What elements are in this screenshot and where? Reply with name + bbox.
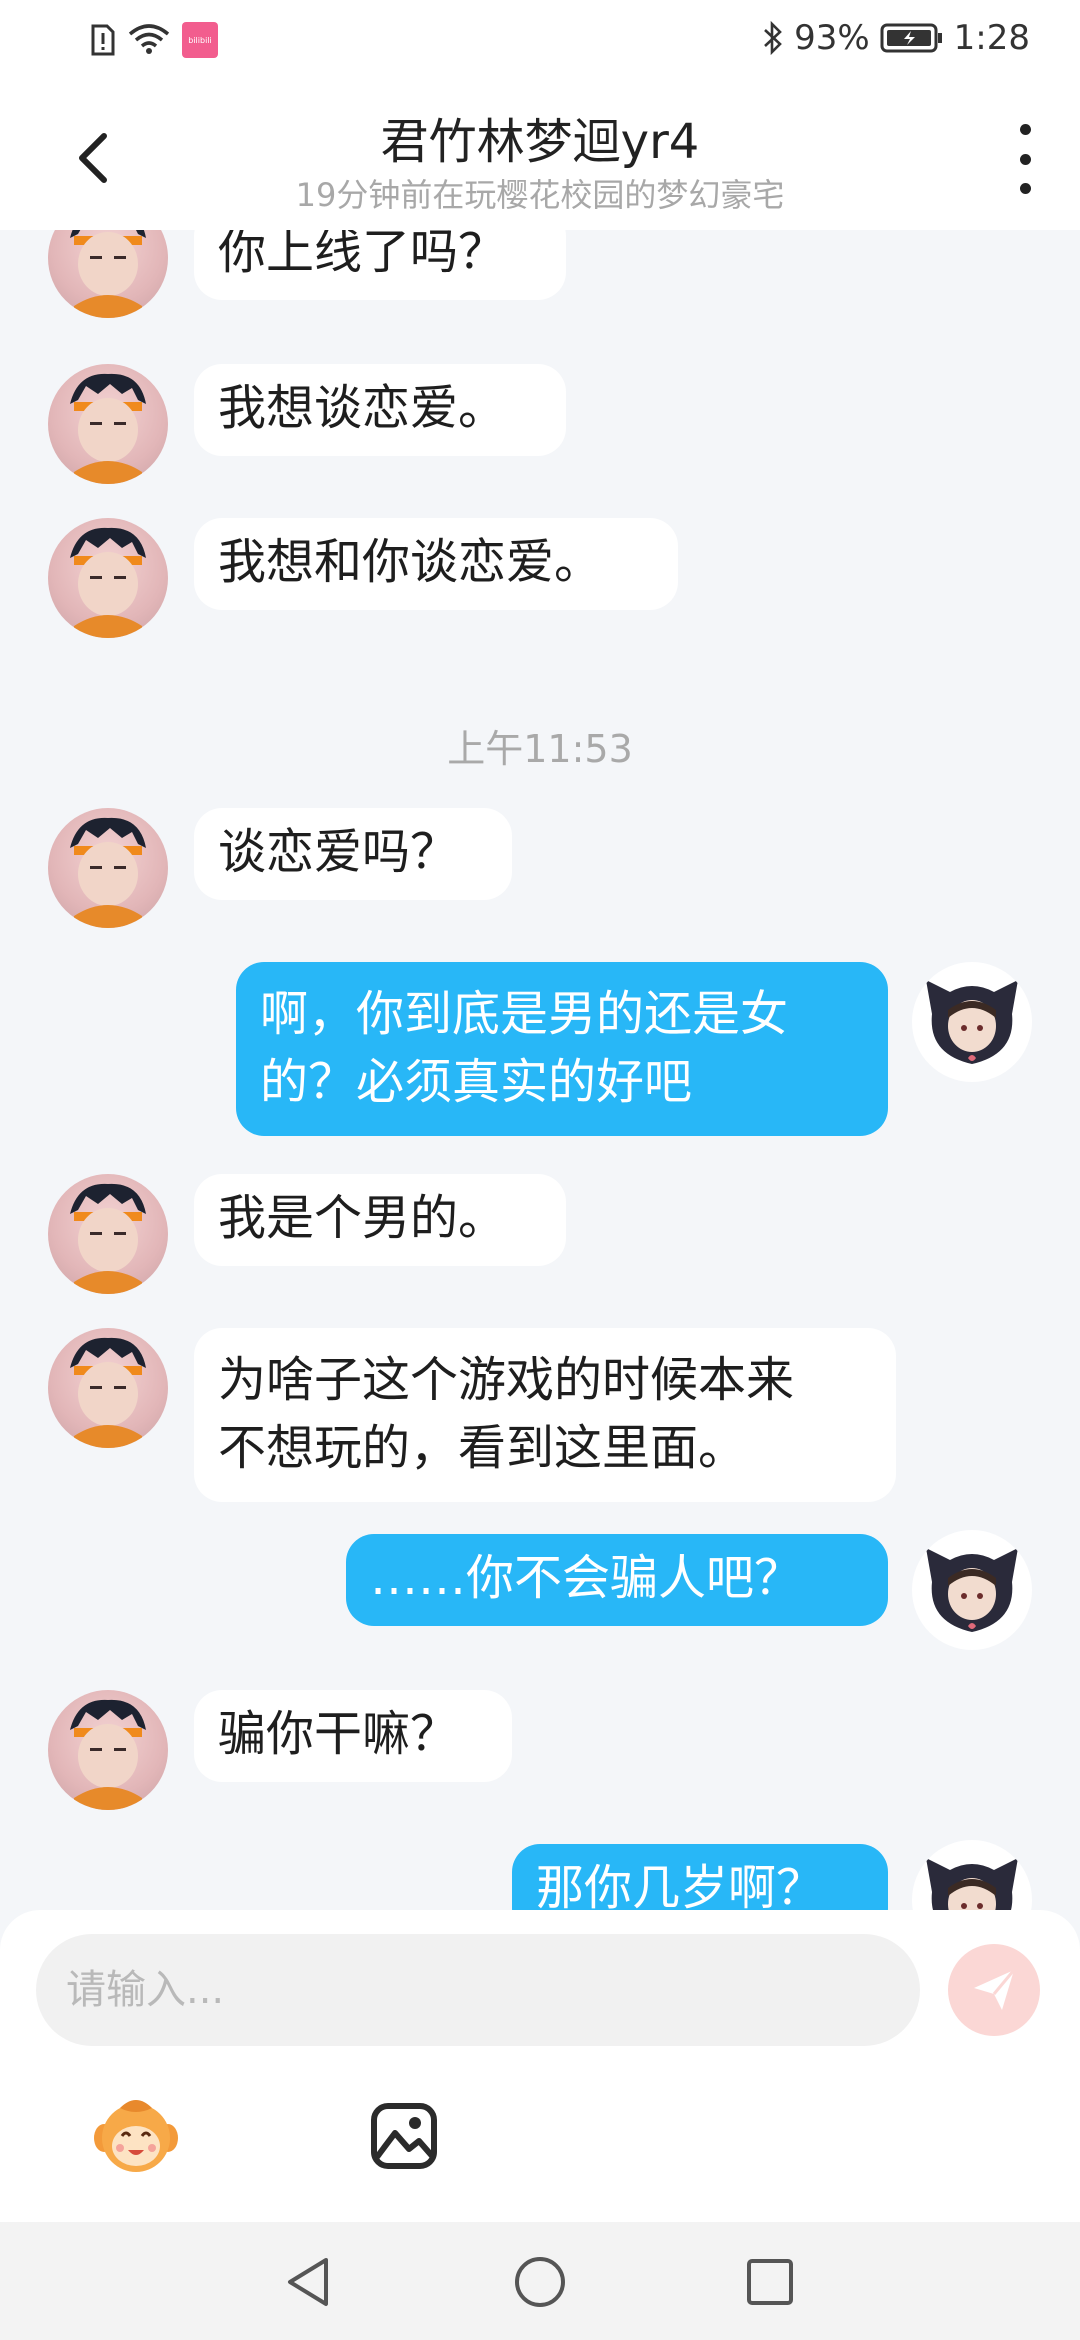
mascot-face-icon — [94, 2100, 178, 2172]
boy-avatar-icon — [70, 230, 146, 318]
nav-back-button[interactable] — [278, 2252, 338, 2312]
message-text: 骗你干嘛？ — [218, 1706, 459, 1762]
hooded-avatar-icon — [926, 980, 1018, 1064]
status-right: 93% 1:28 — [762, 18, 1030, 58]
message-list[interactable]: 你上线了吗？ 我想谈恋爱。 我想和你谈恋爱。 上午11:53 谈恋爱吗？ 啊，你… — [0, 230, 1080, 1910]
time-divider: 上午11:53 — [447, 727, 633, 771]
message-text: 我想谈恋爱。 — [218, 380, 507, 436]
more-vertical-icon — [1019, 183, 1031, 194]
incoming-message[interactable]: 我想谈恋爱。 — [194, 364, 566, 456]
boy-avatar-icon — [70, 1183, 146, 1294]
status-left: bilibili — [90, 22, 218, 58]
chat-header: 君竹林梦迴yr4 19分钟前在玩樱花校园的梦幻豪宅 — [0, 84, 1080, 230]
message-text: 为啥子这个游戏的时候本来 — [218, 1352, 795, 1408]
message-text: 那你几岁啊？ — [536, 1860, 825, 1910]
boy-avatar-icon — [70, 373, 146, 484]
message-composer — [0, 1910, 1080, 2222]
battery-charging-icon — [880, 23, 942, 53]
emoji-button[interactable] — [90, 2090, 182, 2182]
my-avatar[interactable] — [912, 962, 1032, 1082]
circle-home-icon — [515, 2257, 565, 2307]
clock: 1:28 — [953, 18, 1030, 58]
contact-name: 君竹林梦迴yr4 — [380, 114, 700, 170]
contact-avatar[interactable] — [48, 1690, 168, 1810]
message-text: 我想和你谈恋爱。 — [218, 534, 603, 590]
boy-avatar-icon — [70, 1337, 146, 1448]
outgoing-message[interactable]: 那你几岁啊？ — [512, 1844, 888, 1910]
hooded-avatar-icon — [926, 1548, 1018, 1632]
nav-home-button[interactable] — [510, 2252, 570, 2312]
message-text: ……你不会骗人吧？ — [370, 1550, 803, 1606]
message-text: 的？必须真实的好吧 — [260, 1054, 693, 1110]
incoming-message[interactable]: 我是个男的。 — [194, 1174, 566, 1266]
square-recents-icon — [747, 2259, 793, 2305]
message-text: 不想玩的，看到这里面。 — [218, 1420, 747, 1476]
more-options-button[interactable] — [1000, 124, 1050, 194]
battery-percent: 93% — [794, 18, 870, 58]
bluetooth-icon — [764, 20, 782, 56]
bilibili-badge-text: bilibili — [188, 35, 212, 45]
more-vertical-icon — [1019, 124, 1031, 135]
message-text: 啊，你到底是男的还是女 — [260, 986, 789, 1042]
contact-avatar[interactable] — [48, 1328, 168, 1448]
outgoing-message[interactable]: 啊，你到底是男的还是女 的？必须真实的好吧 — [236, 962, 888, 1136]
contact-avatar[interactable] — [48, 230, 168, 318]
incoming-message[interactable]: 骗你干嘛？ — [194, 1690, 512, 1782]
incoming-message[interactable]: 我想和你谈恋爱。 — [194, 518, 678, 610]
my-avatar[interactable] — [912, 1530, 1032, 1650]
contact-avatar[interactable] — [48, 364, 168, 484]
alert-sim-icon — [91, 24, 115, 56]
incoming-message[interactable]: 你上线了吗？ — [194, 230, 566, 300]
image-icon — [371, 2103, 437, 2169]
send-button[interactable] — [948, 1944, 1040, 2036]
incoming-message[interactable]: 为啥子这个游戏的时候本来 不想玩的，看到这里面。 — [194, 1328, 896, 1502]
image-button[interactable] — [358, 2090, 450, 2182]
bilibili-notification-icon: bilibili — [182, 22, 218, 58]
system-nav-bar — [0, 2222, 1080, 2340]
contact-avatar[interactable] — [48, 518, 168, 638]
boy-avatar-icon — [70, 817, 146, 928]
more-vertical-icon — [1019, 153, 1031, 165]
contact-avatar[interactable] — [48, 808, 168, 928]
message-text: 你上线了吗？ — [218, 230, 507, 280]
nav-recents-button[interactable] — [740, 2252, 800, 2312]
triangle-back-icon — [288, 2258, 328, 2306]
hooded-avatar-icon — [926, 1858, 1018, 1910]
boy-avatar-icon — [70, 527, 146, 638]
message-text: 我是个男的。 — [218, 1190, 507, 1246]
my-avatar[interactable] — [912, 1840, 1032, 1910]
message-input[interactable] — [36, 1934, 920, 2046]
message-text: 谈恋爱吗？ — [218, 824, 459, 880]
contact-status: 19分钟前在玩樱花校园的梦幻豪宅 — [295, 176, 785, 214]
paper-plane-icon — [974, 1969, 1016, 2010]
wifi-icon — [128, 24, 170, 54]
outgoing-message[interactable]: ……你不会骗人吧？ — [346, 1534, 888, 1626]
contact-avatar[interactable] — [48, 1174, 168, 1294]
status-bar: bilibili 93% 1:28 — [0, 0, 1080, 84]
boy-avatar-icon — [70, 1699, 146, 1810]
incoming-message[interactable]: 谈恋爱吗？ — [194, 808, 512, 900]
